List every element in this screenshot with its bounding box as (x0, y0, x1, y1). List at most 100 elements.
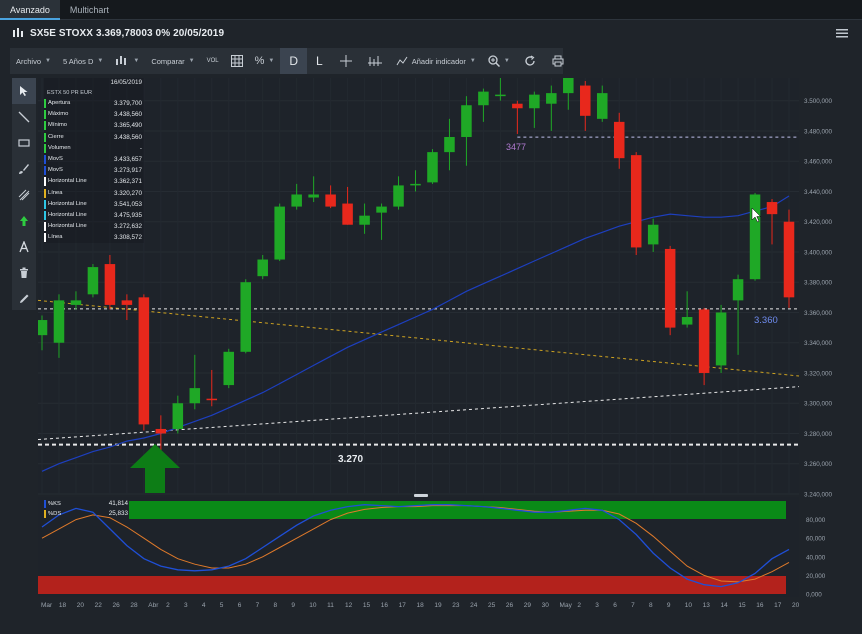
period-select[interactable]: 5 Años D ▼ (57, 48, 109, 74)
daily-label: D (289, 54, 299, 68)
pane-resize-handle[interactable] (414, 494, 428, 497)
oscillator-axis: 80,000 60,000 40,000 20,000 0,000 (806, 517, 826, 598)
series-color-bar (44, 233, 46, 243)
candle-body (359, 215, 370, 225)
data-panel-label: Línea (48, 234, 63, 241)
price-tick-label: 3.500,000 (804, 98, 833, 105)
date-axis: Mar 18 20 22 26 28 Abr 2 3 4 5 6 7 8 9 10 11 12 15 16 17 18 19… (41, 602, 800, 609)
zoom-icon (488, 55, 500, 67)
print-button[interactable] (544, 48, 572, 74)
comparar-menu[interactable]: Comparar ▼ (145, 48, 200, 74)
panel-menu-icon[interactable] (836, 28, 848, 38)
arrow-up-tool[interactable] (12, 208, 36, 234)
print-icon (552, 55, 564, 67)
data-panel-instrument: ESTX 50 PR EUR (47, 90, 93, 96)
price-tick-label: 3.260,000 (804, 461, 833, 468)
date-tick-label: 26 (113, 602, 121, 609)
data-panel-value: 3.433,657 (113, 155, 142, 163)
percent-select[interactable]: % ▼ (249, 48, 281, 74)
date-tick-label: 18 (417, 602, 425, 609)
instrument-title: SX5E STOXX 3.369,78003 0% 20/05/2019 (30, 27, 225, 39)
daily-button[interactable]: D (280, 48, 308, 74)
arrow-up-icon (20, 216, 28, 226)
rectangle-tool[interactable] (12, 130, 36, 156)
date-tick-label: 24 (470, 602, 478, 609)
candle-body (681, 317, 693, 325)
chart-type-select[interactable]: ▼ (109, 48, 145, 74)
date-tick-label: 23 (452, 602, 460, 609)
oscillator-tick-label: 0,000 (806, 592, 822, 599)
line-icon (18, 111, 30, 123)
tab-avanzado[interactable]: Avanzado (0, 0, 60, 20)
data-panel-row: MovS 3.273,917 (44, 165, 144, 176)
oscillator-tick-label: 20,000 (806, 573, 826, 580)
data-panel-value: 3.475,935 (113, 211, 142, 219)
date-tick-label: 3 (184, 602, 188, 609)
log-button[interactable]: L (307, 48, 332, 74)
refresh-button[interactable] (516, 48, 544, 74)
price-tick-label: 3.300,000 (804, 401, 833, 408)
candle-body (512, 103, 523, 109)
brush-tool[interactable] (12, 156, 36, 182)
data-panel-label: Volumen (48, 144, 71, 151)
delete-tool[interactable] (12, 260, 36, 286)
chevron-down-icon: ▼ (97, 58, 104, 64)
period-label: 5 Años D (62, 56, 94, 66)
date-tick-label: 7 (631, 602, 635, 609)
rectangle-icon (18, 139, 30, 147)
date-tick-label: 20 (792, 602, 800, 609)
data-panel-value: - (139, 144, 142, 152)
data-panel-value: 3.438,560 (113, 133, 142, 141)
candle-body (766, 202, 778, 215)
trendline-tool[interactable] (12, 104, 36, 130)
price-chart[interactable]: 3.240,000 3.260,000 3.280,000 3.300,000 3.32… (38, 78, 862, 634)
chart-header: SX5E STOXX 3.369,78003 0% 20/05/2019 (0, 20, 862, 46)
date-tick-label: 29 (524, 602, 532, 609)
candle-body (630, 155, 642, 248)
date-tick-label: 25 (488, 602, 496, 609)
data-panel-label: MovS (48, 167, 63, 174)
data-panel-row: Horizontal Line 3.541,053 (44, 199, 144, 210)
crosshair-button[interactable] (332, 48, 360, 74)
pencil-tool[interactable] (12, 286, 36, 312)
date-tick-label: 8 (649, 602, 653, 609)
oscillator-tick-label: 40,000 (806, 554, 826, 561)
bars-icon (367, 56, 382, 66)
chart-type-icon (116, 56, 127, 65)
level-label-3477: 3477 (506, 142, 526, 152)
candle-body (732, 279, 744, 301)
price-tick-label: 3.480,000 (804, 128, 833, 135)
oscillator-legend: %KS 41,814 %DS 25,833 (44, 499, 130, 519)
candle-body (223, 351, 235, 386)
tab-multichart[interactable]: Multichart (60, 0, 119, 20)
text-tool[interactable] (12, 234, 36, 260)
date-tick-label: 10 (685, 602, 693, 609)
candle-body (546, 93, 557, 104)
candle-body (563, 78, 574, 94)
data-panel-row: Volumen - (44, 143, 144, 154)
date-tick-label: 12 (345, 602, 353, 609)
tab-bar: Avanzado Multichart (0, 0, 862, 20)
data-panel-value: 3.362,371 (113, 178, 142, 186)
bars-button[interactable] (360, 48, 390, 74)
date-tick-label: 19 (434, 602, 442, 609)
data-panel-row: Línea 3.320,270 (44, 188, 144, 199)
zoom-menu[interactable]: ▼ (482, 48, 516, 74)
level-label-3360: 3.360 (754, 315, 778, 326)
price-tick-label: 3.280,000 (804, 431, 833, 438)
archivo-menu[interactable]: Archivo ▼ (10, 48, 57, 74)
chart-toolbar: Archivo ▼ 5 Años D ▼ ▼ Comparar ▼ VOL % ▼ D … (10, 48, 564, 74)
data-panel-value: 3.272,632 (113, 223, 142, 231)
candle-body (749, 194, 761, 280)
date-tick-label: 15 (738, 602, 746, 609)
candlestick-icon (13, 28, 23, 37)
data-panel-value: 3.365,490 (113, 122, 142, 130)
candle-body (783, 221, 795, 298)
grid-button[interactable] (225, 48, 249, 74)
pointer-tool[interactable] (12, 78, 36, 104)
candle-body (715, 312, 727, 366)
add-indicator-menu[interactable]: Añadir indicador ▼ (390, 48, 482, 74)
parallel-lines-tool[interactable] (12, 182, 36, 208)
data-panel-row: Horizontal Line 3.475,935 (44, 210, 144, 221)
volume-toggle[interactable]: VOL (201, 48, 225, 74)
